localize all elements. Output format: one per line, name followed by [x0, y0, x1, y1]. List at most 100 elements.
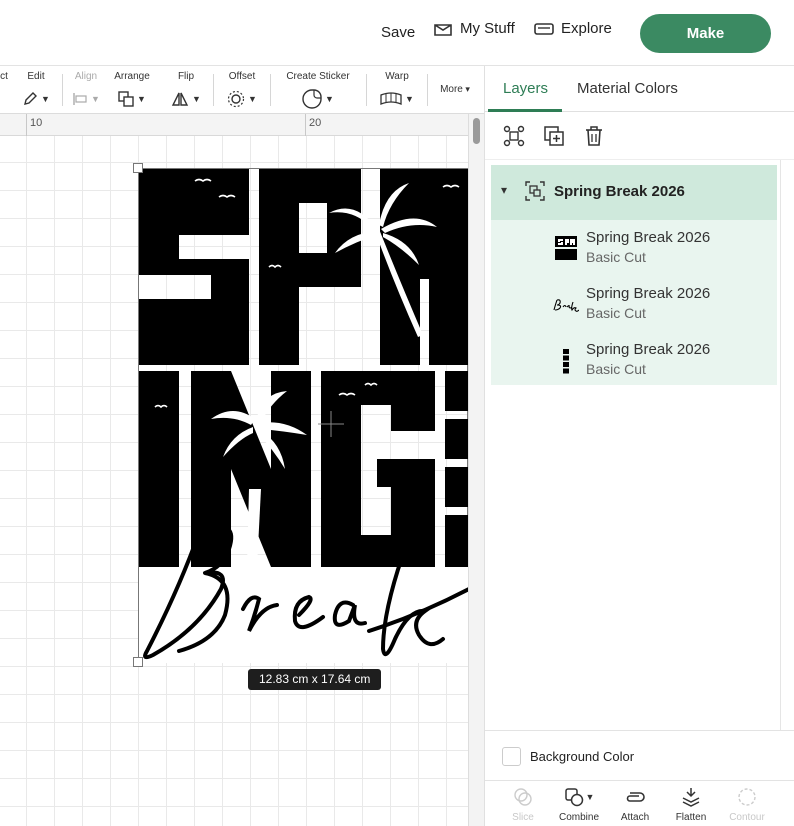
chevron-down-icon[interactable]: ▾ — [501, 183, 507, 197]
layer-item[interactable]: Spring Break 2026 Basic Cut — [491, 333, 777, 389]
group-name: Spring Break 2026 — [554, 183, 685, 200]
top-header: Save My Stuff Explore Make — [0, 0, 794, 66]
trash-icon — [586, 126, 602, 146]
edit-label: Edit — [27, 71, 45, 82]
group-layer-icon — [525, 181, 545, 201]
combine-icon — [564, 788, 583, 807]
layer-thumbnail — [551, 234, 581, 264]
size-readout: 12.83 cm x 17.64 cm — [248, 669, 382, 690]
arrange-label: Arrange — [114, 71, 150, 82]
edit-tool[interactable]: Edit ▼ — [20, 71, 52, 109]
resize-handle[interactable] — [133, 163, 143, 173]
layer-group-row[interactable]: ▾ Spring Break 2026 — [491, 165, 777, 220]
group-button[interactable] — [502, 124, 526, 148]
layer-actions — [485, 112, 794, 160]
layer-thumbnail-art — [563, 349, 569, 374]
contour-label: Contour — [729, 812, 765, 823]
selected-design[interactable] — [133, 163, 468, 667]
ruler-tick — [305, 114, 306, 136]
ruler-mark: 20 — [309, 117, 322, 129]
canvas-grid[interactable]: 12.83 cm x 17.64 cm — [0, 136, 468, 826]
duplicate-button[interactable] — [542, 124, 566, 148]
select-all-label: ct — [0, 71, 8, 82]
more-tool[interactable]: More ▾ — [435, 84, 475, 96]
layer-thumbnail — [551, 346, 581, 376]
align-tool[interactable]: Align ▼ — [70, 71, 102, 109]
chevron-down-icon: ▼ — [91, 94, 100, 104]
save-button[interactable]: Save — [381, 24, 415, 41]
warp-tool[interactable]: Warp ▼ — [378, 71, 416, 109]
warp-label: Warp — [385, 71, 409, 82]
tab-material-colors[interactable]: Material Colors — [577, 80, 678, 97]
create-sticker-tool[interactable]: Create Sticker ▼ — [281, 71, 355, 109]
layer-type: Basic Cut — [586, 249, 646, 265]
arrange-tool[interactable]: Arrange ▼ — [112, 71, 152, 109]
chevron-down-icon: ▼ — [137, 94, 146, 104]
background-color-swatch[interactable] — [502, 747, 521, 766]
panel-scrollbar[interactable] — [780, 160, 781, 730]
toolbar-divider — [366, 74, 367, 106]
group-icon — [503, 125, 525, 147]
chevron-down-icon: ▼ — [405, 94, 414, 104]
chevron-down-icon: ▼ — [192, 94, 201, 104]
layer-item[interactable]: Spring Break 2026 Basic Cut — [491, 221, 777, 277]
toolbar-divider — [213, 74, 214, 106]
my-stuff-label: My Stuff — [460, 20, 515, 37]
toolbar-divider — [270, 74, 271, 106]
slice-label: Slice — [512, 812, 534, 823]
panel-tabs: Layers Material Colors — [485, 66, 794, 112]
folder-icon — [434, 23, 452, 36]
ruler-tick — [26, 114, 27, 136]
layer-name: Spring Break 2026 — [586, 285, 711, 302]
explore-label: Explore — [561, 20, 612, 37]
offset-tool[interactable]: Offset ▼ — [224, 71, 260, 109]
resize-handle[interactable] — [133, 657, 143, 667]
make-button[interactable]: Make — [640, 14, 771, 53]
explore-button[interactable]: Explore — [534, 20, 612, 37]
layer-type: Basic Cut — [586, 361, 646, 377]
my-stuff-button[interactable]: My Stuff — [433, 20, 515, 37]
edit-toolbar: ct Edit ▼ Align ▼ Arrange ▼ Flip ▼ Offse… — [0, 66, 484, 114]
offset-label: Offset — [228, 71, 256, 82]
paperclip-icon — [626, 792, 645, 802]
layer-type: Basic Cut — [586, 305, 646, 321]
flip-tool[interactable]: Flip ▼ — [170, 71, 202, 109]
chevron-down-icon: ▼ — [325, 94, 334, 104]
combine-label: Combine — [558, 812, 600, 823]
flip-label: Flip — [177, 71, 195, 82]
move-crosshair-icon[interactable] — [314, 407, 348, 441]
canvas-scrollbar[interactable] — [468, 114, 484, 826]
scrollbar-thumb[interactable] — [473, 118, 480, 144]
contour-button[interactable]: Contour — [719, 785, 775, 823]
create-sticker-label: Create Sticker — [286, 71, 350, 82]
background-color-label: Background Color — [530, 749, 635, 764]
align-icon — [73, 93, 87, 105]
ruler-mark: 10 — [30, 117, 43, 129]
sticker-icon — [302, 89, 322, 109]
select-all-tool[interactable]: ct — [0, 71, 10, 83]
layer-item[interactable]: Spring Break 2026 Basic Cut — [491, 277, 777, 333]
flatten-button[interactable]: Flatten — [663, 785, 719, 823]
offset-icon — [227, 90, 245, 108]
contour-icon — [738, 788, 756, 806]
spring-break-artwork — [139, 169, 468, 663]
layer-name: Spring Break 2026 — [586, 341, 711, 358]
attach-button[interactable]: Attach — [607, 785, 663, 823]
background-color-row: Background Color — [485, 730, 794, 780]
layer-thumbnail-art — [553, 299, 579, 312]
tab-layers[interactable]: Layers — [503, 80, 548, 97]
toolbar-divider — [427, 74, 428, 106]
layers-panel: Layers Material Colors ▾ Spring Break 20… — [484, 66, 794, 826]
arrange-icon — [118, 91, 134, 107]
combine-button[interactable]: ▼ Combine — [551, 785, 607, 823]
slice-icon — [514, 788, 532, 806]
align-label: Align — [74, 71, 98, 82]
slice-button[interactable]: Slice — [495, 785, 551, 823]
chevron-down-icon: ▼ — [41, 94, 50, 104]
design-space: Save My Stuff Explore Make ct Edit ▼ Ali… — [0, 0, 794, 826]
flip-icon — [171, 92, 189, 106]
layer-thumbnail — [551, 290, 581, 320]
horizontal-ruler: 10 20 — [0, 114, 468, 136]
layer-thumbnail-art — [555, 236, 577, 260]
delete-button[interactable] — [582, 124, 606, 148]
